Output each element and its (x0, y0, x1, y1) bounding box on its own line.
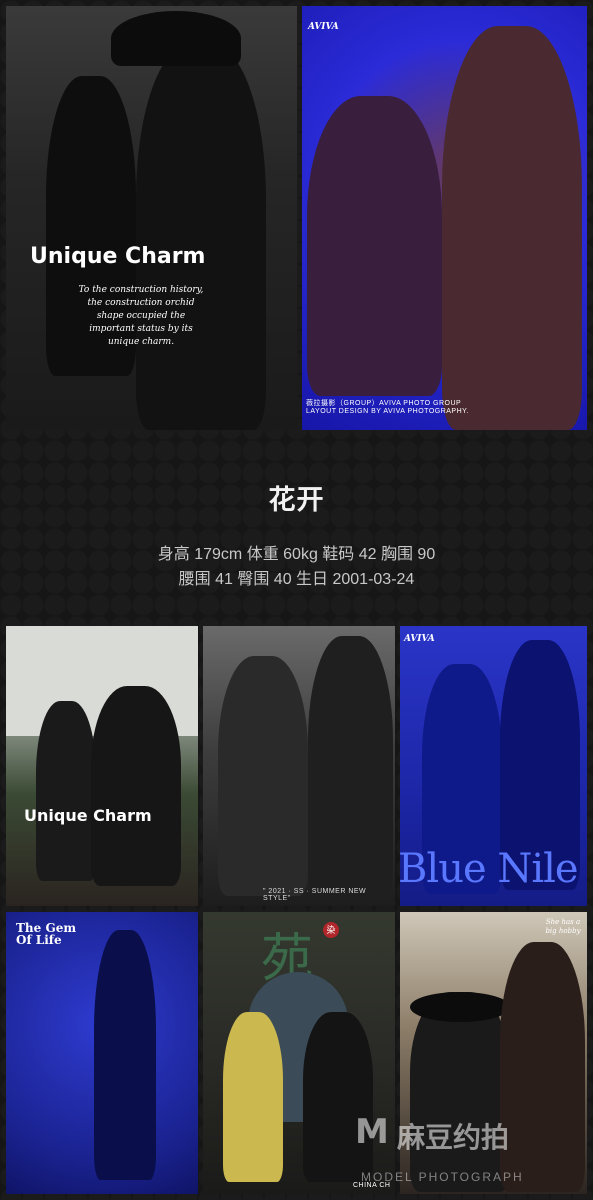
hat-shape (111, 11, 241, 66)
gallery-photo-3[interactable]: AVIVA Blue Nile (400, 626, 587, 906)
overlay-title: Unique Charm (30, 244, 206, 269)
collection-caption: " 2021 · SS · SUMMER NEW STYLE" (263, 888, 367, 902)
model-figure-male (442, 26, 582, 430)
model-figure-male (94, 930, 156, 1180)
model-figure-female (218, 656, 308, 896)
gallery-photo-1[interactable]: Unique Charm (6, 626, 198, 906)
model-figure-female (307, 96, 442, 396)
watermark: M 麻豆约拍 MODEL PHOTOGRAPH (355, 1112, 593, 1200)
hat-shape (410, 992, 510, 1022)
model-figure-female (223, 1012, 283, 1182)
watermark-english-text: MODEL PHOTOGRAPH (361, 1170, 524, 1184)
artist-stats-line2: 腰围 41 臀围 40 生日 2001-03-24 (178, 571, 415, 588)
model-figure-female (36, 701, 96, 881)
brand-logo: AVIVA (404, 634, 435, 644)
script-text: She has a big hobby (545, 918, 581, 935)
watermark-chinese-text: 麻豆约拍 (397, 1122, 510, 1153)
model-profile-page: Unique Charm To the construction history… (0, 0, 593, 1200)
brand-logo: AVIVA (308, 22, 339, 32)
artist-name: 花开 (268, 485, 325, 515)
watermark-logo-mark: M (355, 1112, 389, 1152)
overlay-title: Blue Nile (400, 846, 579, 892)
title-line2: Of Life (16, 933, 62, 947)
gallery-photo-2[interactable]: " 2021 · SS · SUMMER NEW STYLE" (203, 626, 395, 906)
artist-info: 花开 身高 179cm 体重 60kg 鞋码 42 胸围 90 腰围 41 臀围… (0, 430, 593, 620)
hero-photo-blue[interactable]: AVIVA 薇拉摄影（GROUP）AVIVA PHOTO GROUP LAYOU… (302, 6, 587, 430)
caption-line2: LAYOUT DESIGN BY AVIVA PHOTOGRAPHY. (306, 408, 469, 415)
overlay-script-text: To the construction history, the constru… (78, 285, 204, 347)
model-figure-male (91, 686, 181, 886)
caption-line1: 薇拉摄影（GROUP）AVIVA PHOTO GROUP (306, 400, 462, 407)
red-seal: 染 (323, 922, 339, 938)
hero-photo-street[interactable]: Unique Charm To the construction history… (6, 6, 297, 430)
model-figure-male (308, 636, 393, 896)
artist-stats-line1: 身高 179cm 体重 60kg 鞋码 42 胸围 90 (157, 546, 436, 563)
gallery-photo-4[interactable]: The Gem Of Life (6, 912, 198, 1194)
model-figure-male (136, 46, 266, 430)
overlay-title: Unique Charm (24, 806, 152, 825)
